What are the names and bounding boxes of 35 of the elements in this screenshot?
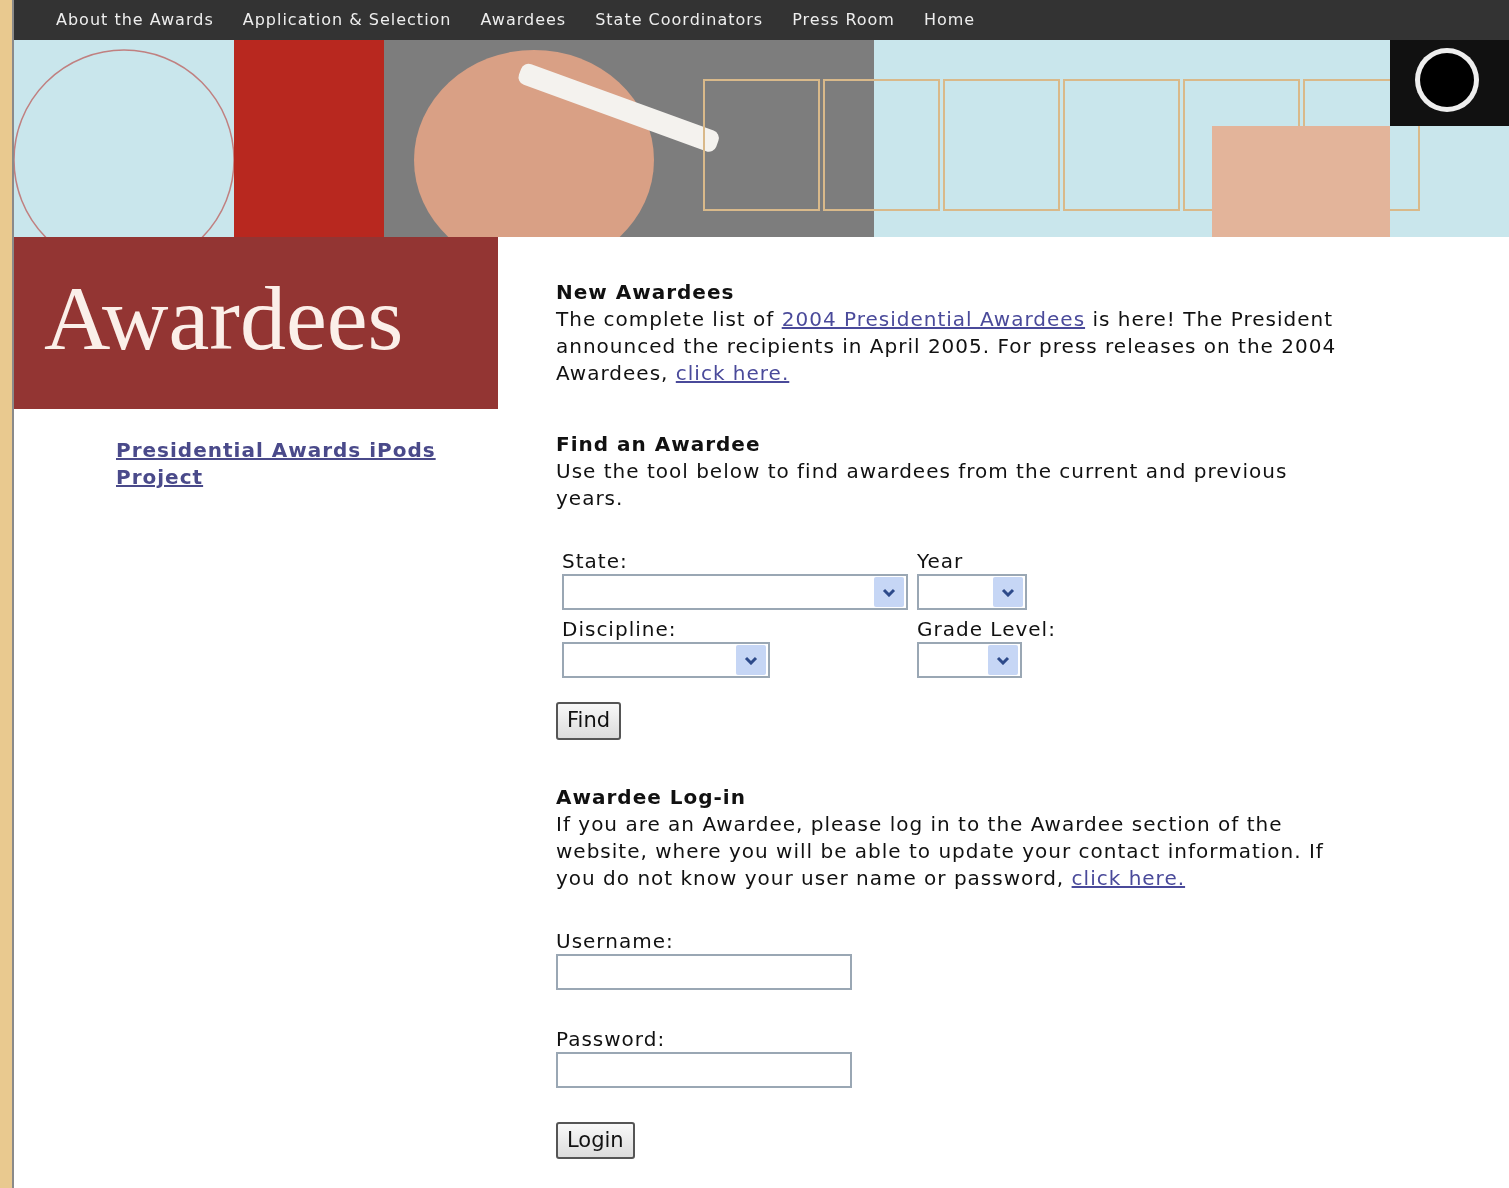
find-button[interactable]: Find bbox=[556, 702, 622, 740]
login-button[interactable]: Login bbox=[556, 1121, 635, 1159]
text-input[interactable] bbox=[556, 1051, 852, 1088]
nav-link[interactable]: State Coordinators bbox=[591, 2, 781, 38]
nav-link[interactable]: About the Awards bbox=[52, 2, 231, 38]
field-label: Year bbox=[917, 548, 965, 574]
field-label: Password: bbox=[556, 1025, 667, 1052]
chevron-down-icon bbox=[744, 655, 758, 665]
paragraph: Use the tool below to find awardees from the current and previous years. bbox=[556, 458, 1289, 512]
text-link[interactable]: 2004 Presidential Awardees bbox=[781, 307, 1086, 331]
dropdown[interactable] bbox=[917, 574, 1027, 610]
nav-link[interactable]: Awardees bbox=[476, 2, 584, 38]
dropdown[interactable] bbox=[562, 642, 770, 678]
field-label: Discipline: bbox=[562, 616, 678, 642]
chevron-down-icon bbox=[996, 655, 1010, 665]
dropdown[interactable] bbox=[562, 574, 908, 610]
text-input[interactable] bbox=[556, 953, 852, 990]
nav-link[interactable]: Home bbox=[919, 2, 993, 38]
section-heading: New Awardees bbox=[556, 279, 736, 306]
paragraph: If you are an Awardee, please log in to the Awardee section of the website, where you will be able to update your contact information. If you do not know your user name or password, click here. bbox=[556, 810, 1325, 892]
chevron-down-icon bbox=[882, 587, 896, 597]
field-label: Grade Level: bbox=[917, 616, 1057, 642]
text-link[interactable]: click here. bbox=[675, 361, 790, 385]
paragraph: The complete list of 2004 Presidential Awardees is here! The President announced the recipients in April 2005. For press releases on the 2004 Awardees, click here. bbox=[556, 306, 1338, 387]
text-link[interactable]: click here. bbox=[1071, 865, 1186, 890]
field-label: State: bbox=[562, 548, 629, 574]
section-heading: Awardee Log-in bbox=[556, 783, 747, 811]
nav-link[interactable]: Press Room bbox=[788, 2, 912, 38]
section-heading: Find an Awardee bbox=[556, 431, 762, 458]
sidebar-link[interactable]: Presidential Awards iPods Project bbox=[116, 437, 498, 491]
dropdown[interactable] bbox=[917, 642, 1022, 678]
page-title-banner: Awardees bbox=[14, 237, 498, 409]
field-label: Username: bbox=[556, 927, 675, 954]
chevron-down-icon bbox=[1001, 587, 1015, 597]
nav-link[interactable]: Application & Selection bbox=[238, 2, 469, 38]
